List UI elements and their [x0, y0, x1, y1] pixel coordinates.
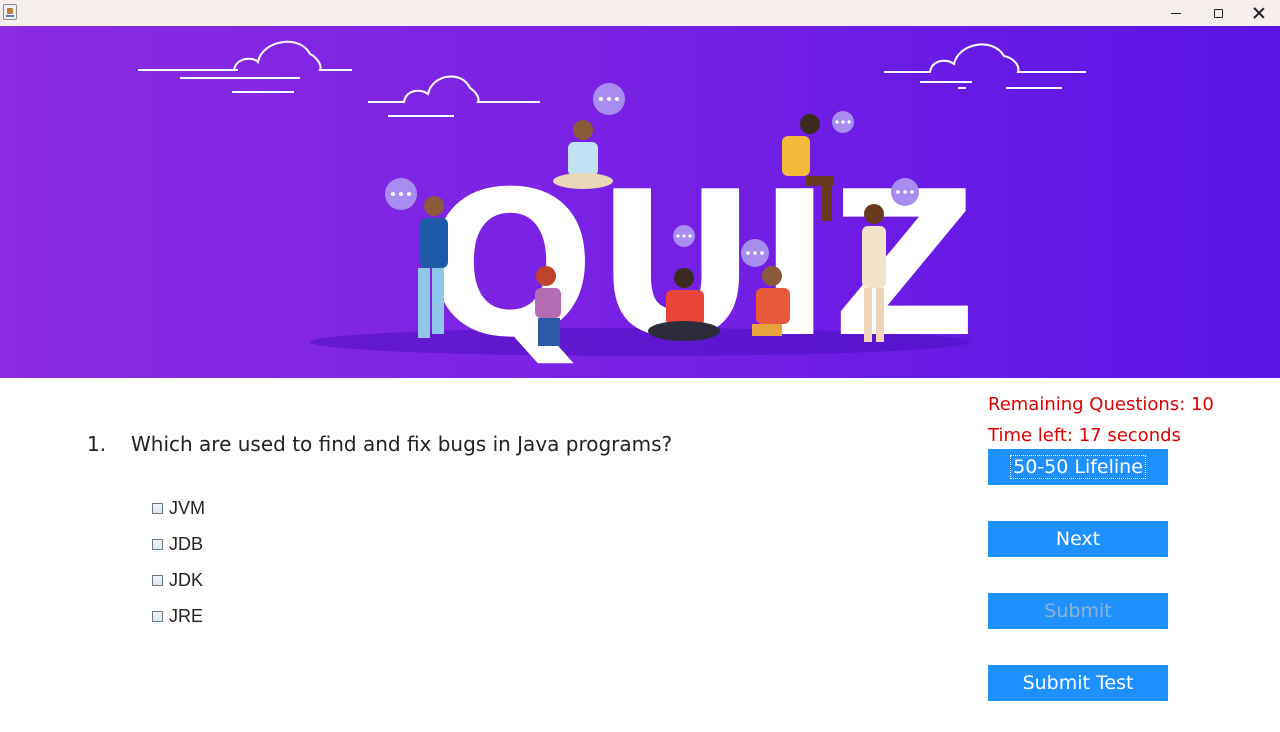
minimize-button[interactable] — [1155, 0, 1197, 26]
time-left: Time left: 17 seconds — [988, 425, 1181, 446]
maximize-button[interactable] — [1197, 0, 1239, 26]
submit-button[interactable]: Submit — [988, 593, 1168, 629]
option-label: JVM — [169, 497, 205, 518]
next-button[interactable]: Next — [988, 521, 1168, 557]
next-label: Next — [1055, 528, 1101, 550]
lifeline-label: 50-50 Lifeline — [1010, 455, 1146, 479]
remaining-questions: Remaining Questions: 10 — [988, 394, 1214, 415]
question-number: 1. — [87, 432, 107, 456]
submit-test-label: Submit Test — [1022, 672, 1134, 694]
option-jdk[interactable]: JDK — [152, 569, 203, 591]
option-jvm[interactable]: JVM — [152, 497, 205, 519]
minimize-icon — [1171, 12, 1181, 14]
option-label: JRE — [169, 605, 204, 626]
quiz-banner: QUIZ — [0, 26, 1280, 378]
checkbox[interactable] — [152, 574, 163, 586]
submit-test-button[interactable]: Submit Test — [988, 665, 1168, 701]
option-jre[interactable]: JRE — [152, 605, 203, 627]
submit-label: Submit — [1044, 600, 1112, 622]
checkbox[interactable] — [152, 538, 163, 550]
java-cup-icon — [3, 4, 17, 20]
quiz-banner-illustration: QUIZ — [138, 40, 1086, 378]
lifeline-button[interactable]: 50-50 Lifeline — [988, 449, 1168, 485]
option-label: JDB — [169, 533, 204, 554]
maximize-icon — [1213, 8, 1223, 18]
option-jdb[interactable]: JDB — [152, 533, 203, 555]
close-button[interactable] — [1238, 0, 1280, 26]
question-text: Which are used to find and fix bugs in J… — [131, 432, 673, 456]
checkbox[interactable] — [152, 610, 163, 622]
close-icon — [1253, 7, 1265, 19]
option-label: JDK — [169, 569, 204, 590]
title-bar — [0, 0, 1280, 26]
checkbox[interactable] — [152, 502, 163, 514]
